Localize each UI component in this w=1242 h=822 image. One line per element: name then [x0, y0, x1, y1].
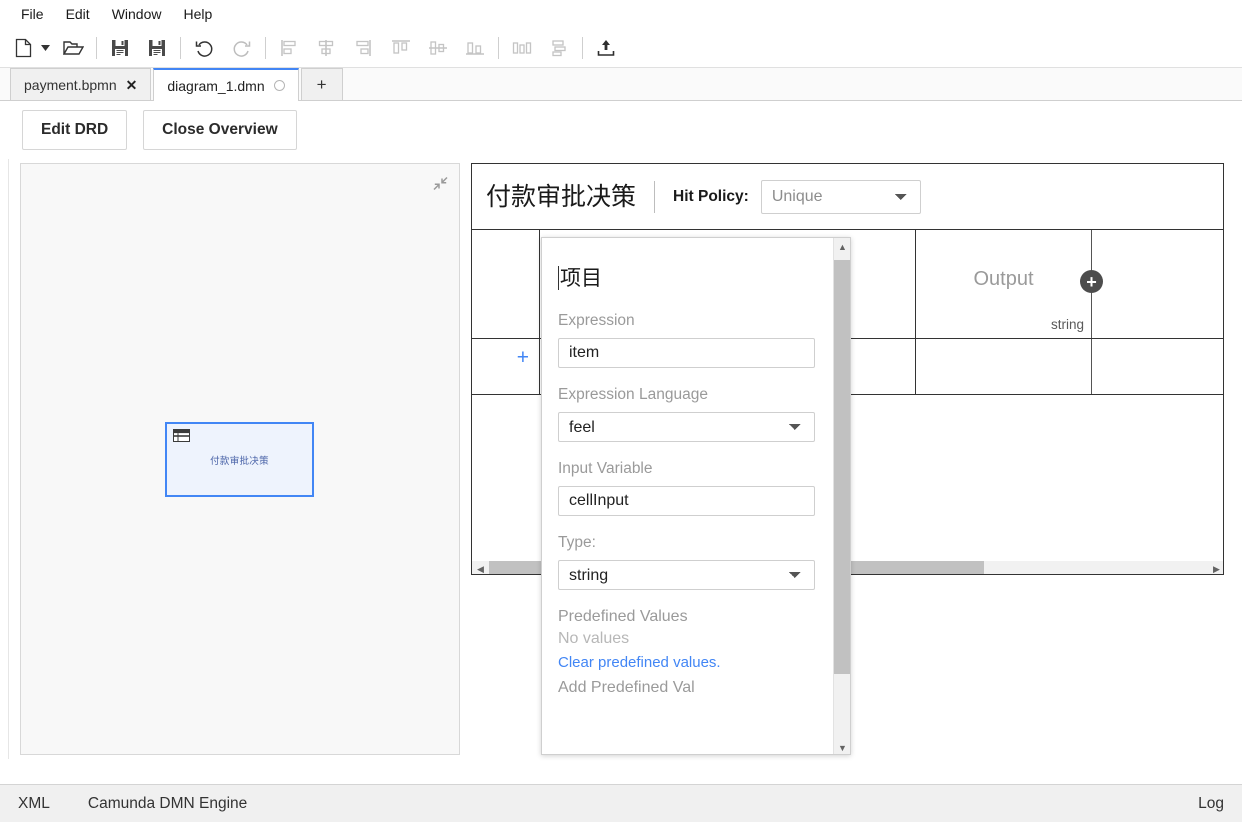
collapse-icon[interactable]	[427, 170, 453, 196]
add-rule-output-cell	[916, 339, 1092, 394]
drd-node-label: 付款审批决策	[210, 455, 269, 467]
input-variable-label: Input Variable	[558, 460, 653, 477]
scroll-right-arrow-icon[interactable]: ▶	[1208, 561, 1223, 574]
editor-content: 付款审批决策 付款审批决策 Hit Policy: Unique Output …	[0, 159, 1242, 759]
distribute-horizontally-icon[interactable]	[507, 33, 537, 63]
undo-icon[interactable]	[189, 33, 219, 63]
popup-body: 项目 Expression Expression Language feel I…	[542, 238, 835, 754]
tab-label: diagram_1.dmn	[167, 77, 265, 94]
decision-table-icon	[173, 429, 190, 447]
add-rule-tail-cell	[1092, 339, 1223, 394]
align-left-icon[interactable]	[274, 33, 304, 63]
clear-predefined-values-link[interactable]: Clear predefined values.	[558, 654, 813, 671]
distribute-vertically-icon[interactable]	[544, 33, 574, 63]
input-variable-input[interactable]	[558, 486, 815, 516]
decision-table-title[interactable]: 付款审批决策	[486, 180, 656, 213]
new-file-icon[interactable]	[8, 33, 38, 63]
type-field-group: Type: string	[558, 534, 815, 590]
status-bar-left: XML Camunda DMN Engine	[18, 795, 247, 813]
status-xml-button[interactable]: XML	[18, 795, 50, 813]
status-engine-label[interactable]: Camunda DMN Engine	[88, 795, 247, 813]
tab-diagram-1-dmn[interactable]: diagram_1.dmn	[153, 68, 299, 101]
close-icon[interactable]: ✕	[126, 78, 138, 92]
type-label: Type:	[558, 534, 596, 551]
add-column-button[interactable]: +	[1080, 270, 1103, 293]
align-middle-icon[interactable]	[423, 33, 453, 63]
input-variable-field-group: Input Variable	[558, 460, 815, 516]
expression-language-label: Expression Language	[558, 386, 708, 403]
drd-overview-panel[interactable]: 付款审批决策	[20, 163, 460, 755]
tab-label: payment.bpmn	[24, 76, 117, 93]
expression-input[interactable]	[558, 338, 815, 368]
toolbar-separator	[180, 36, 181, 59]
status-bar-right: Log	[1198, 795, 1224, 813]
toolbar-separator	[96, 36, 97, 59]
decision-table-header: 付款审批决策 Hit Policy: Unique	[472, 164, 1223, 230]
new-file-dropdown-caret-icon[interactable]	[38, 33, 52, 63]
popup-heading[interactable]: 项目	[558, 266, 813, 290]
output-column-title: Output	[973, 268, 1034, 290]
toolbar	[0, 28, 1242, 68]
no-values-text: No values	[558, 630, 630, 647]
rule-index-header-cell	[472, 230, 540, 338]
header-tail-cell	[1092, 230, 1223, 338]
add-predefined-values-link[interactable]: Add Predefined Val	[558, 679, 813, 697]
status-log-button[interactable]: Log	[1198, 795, 1224, 812]
expression-language-field-group: Expression Language feel	[558, 386, 815, 442]
hit-policy-label: Hit Policy:	[673, 187, 749, 205]
menu-bar: File Edit Window Help	[0, 0, 1242, 28]
redo-icon[interactable]	[227, 33, 257, 63]
new-tab-button[interactable]: +	[300, 68, 343, 100]
camunda-modeler-window: File Edit Window Help payment.bpmn ✕ dia…	[0, 0, 1242, 822]
toolbar-separator	[582, 36, 583, 59]
deploy-icon[interactable]	[591, 33, 621, 63]
predefined-values-group: Predefined Values No values Clear predef…	[558, 608, 813, 697]
vscroll-thumb[interactable]	[834, 260, 850, 674]
expression-language-select[interactable]: feel	[558, 412, 815, 442]
expression-field-group: Expression	[558, 312, 815, 368]
type-select[interactable]: string	[558, 560, 815, 590]
hit-policy-select[interactable]: Unique	[760, 179, 921, 214]
edit-drd-button[interactable]: Edit DRD	[22, 110, 128, 150]
menu-item-file[interactable]: File	[10, 3, 55, 25]
align-right-icon[interactable]	[348, 33, 378, 63]
tab-payment-bpmn[interactable]: payment.bpmn ✕	[10, 68, 152, 100]
toolbar-separator	[498, 36, 499, 59]
drd-decision-node[interactable]: 付款审批决策	[165, 422, 314, 497]
save-as-icon[interactable]	[142, 33, 172, 63]
output-column-header-cell[interactable]: Output string +	[916, 230, 1103, 338]
popup-vertical-scrollbar[interactable]: ▲ ▼	[833, 238, 850, 754]
close-overview-button[interactable]: Close Overview	[143, 110, 297, 150]
add-rule-button[interactable]: +	[472, 339, 540, 394]
toolbar-separator	[265, 36, 266, 59]
align-top-icon[interactable]	[386, 33, 416, 63]
output-column-type: string	[1050, 317, 1084, 332]
status-bar: XML Camunda DMN Engine Log	[0, 784, 1242, 822]
align-center-icon[interactable]	[311, 33, 341, 63]
scroll-down-arrow-icon[interactable]: ▼	[834, 739, 850, 754]
menu-item-window[interactable]: Window	[101, 3, 173, 25]
dmn-action-bar: Edit DRD Close Overview	[0, 101, 1242, 159]
unsaved-indicator-icon[interactable]	[273, 80, 285, 91]
predefined-values-label: Predefined Values	[558, 608, 688, 625]
open-folder-icon[interactable]	[58, 33, 88, 63]
input-column-editor-popup: 项目 Expression Expression Language feel I…	[541, 237, 851, 755]
menu-item-help[interactable]: Help	[172, 3, 223, 25]
left-rail	[0, 159, 9, 759]
tab-bar: payment.bpmn ✕ diagram_1.dmn +	[0, 68, 1242, 101]
hit-policy-group: Hit Policy: Unique	[655, 179, 921, 214]
scroll-left-arrow-icon[interactable]: ◀	[472, 561, 489, 574]
expression-label: Expression	[558, 312, 635, 329]
save-icon[interactable]	[105, 33, 135, 63]
scroll-up-arrow-icon[interactable]: ▲	[834, 238, 850, 255]
align-bottom-icon[interactable]	[460, 33, 490, 63]
menu-item-edit[interactable]: Edit	[55, 3, 101, 25]
